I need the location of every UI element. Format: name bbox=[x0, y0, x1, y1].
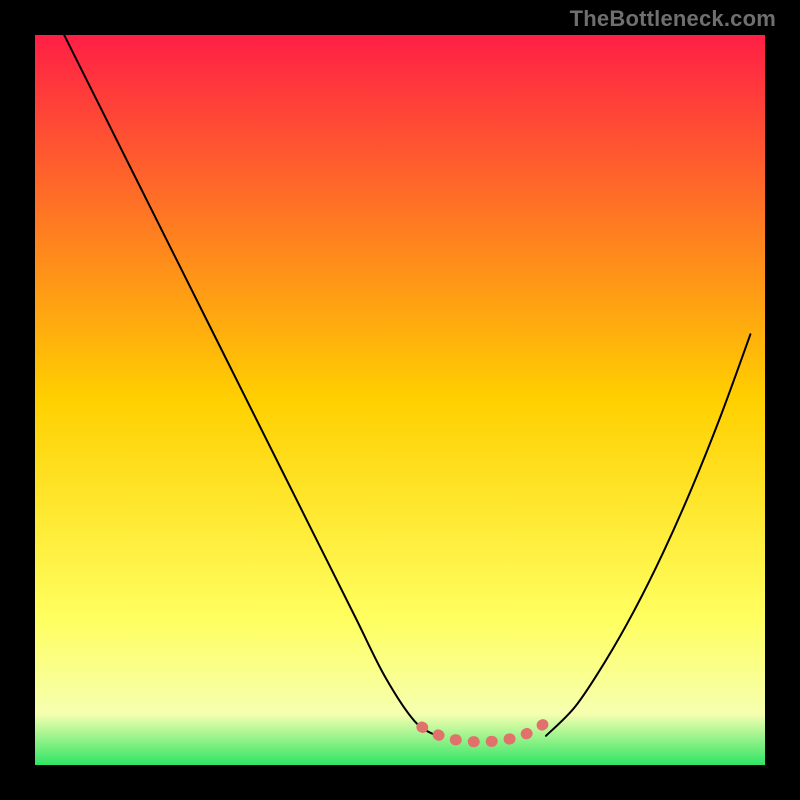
plot-area bbox=[35, 35, 765, 765]
gradient-bg bbox=[35, 35, 765, 765]
chart-svg bbox=[35, 35, 765, 765]
chart-frame: TheBottleneck.com bbox=[0, 0, 800, 800]
watermark-text: TheBottleneck.com bbox=[570, 6, 776, 32]
